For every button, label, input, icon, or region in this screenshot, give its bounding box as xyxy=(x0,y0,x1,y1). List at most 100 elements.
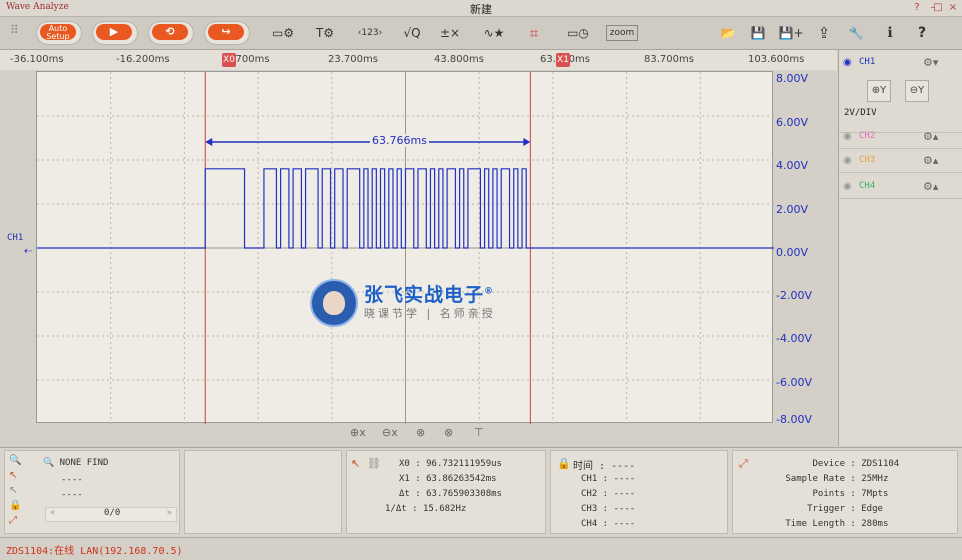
cursor-inv-dt-row: 1/Δt : 15.682Hz xyxy=(385,504,467,514)
tools-icon[interactable]: 🔧 xyxy=(846,23,866,43)
loop-button[interactable]: ⟲ xyxy=(148,21,194,45)
find-line: ---- xyxy=(61,475,83,485)
time-ch-label: CH3 xyxy=(581,504,598,514)
channel-row-ch4[interactable]: ◉ CH4 ⚙▴ xyxy=(839,176,962,199)
save-as-icon[interactable]: 💾+ xyxy=(778,23,804,43)
lock-icon[interactable]: 🔒 xyxy=(557,457,571,470)
prev-icon[interactable]: « xyxy=(50,508,55,518)
math-icon[interactable]: ±× xyxy=(440,23,460,43)
cursor-x0-marker[interactable]: X0 xyxy=(222,53,236,67)
expand-icon[interactable]: ⤢ xyxy=(9,515,29,530)
time-title-value: ---- xyxy=(611,461,636,472)
crop-icon[interactable]: ⌗ xyxy=(524,23,544,43)
find-title: 🔍 NONE FIND xyxy=(43,458,108,468)
screen-record-icon[interactable]: ▭◷ xyxy=(564,23,592,43)
export-icon[interactable]: ⇪ xyxy=(814,23,834,43)
y-tick: 0.00V xyxy=(776,246,809,259)
cursor-tool-icon[interactable]: ↖ xyxy=(351,457,360,470)
eye-icon[interactable]: ◉ xyxy=(843,57,852,68)
auto-setup-button[interactable]: Auto Setup xyxy=(36,21,82,45)
time-ch-label: CH4 xyxy=(581,519,598,529)
main-toolbar: ⠿ Auto Setup ▶ ⟲ ↪ ▭⚙ T⚙ ‹123› √Q ±× ∿★ … xyxy=(0,17,962,50)
reset-x-icon[interactable]: ⊗ xyxy=(416,426,425,439)
device-row: Trigger : Edge xyxy=(757,504,947,514)
zoom-button[interactable]: zoom xyxy=(606,25,638,41)
open-folder-icon[interactable]: 📂 xyxy=(718,23,738,43)
ch1-waveform xyxy=(37,168,774,249)
run-button[interactable]: ▶ xyxy=(92,21,138,45)
channel-row-ch2[interactable]: ◉ CH2 ⚙▴ xyxy=(839,126,962,149)
ch1-zero-marker-icon[interactable]: ⇠ xyxy=(24,246,32,257)
measure-icon[interactable]: √Q xyxy=(400,23,424,43)
channel-name: CH1 xyxy=(859,57,876,67)
watermark-face-icon xyxy=(323,291,345,315)
toolbar-grip-icon: ⠿ xyxy=(10,23,19,37)
x1-value: 63.86263542ms xyxy=(426,474,497,484)
inv-dt-value: 15.682Hz xyxy=(422,504,467,514)
next-icon[interactable]: » xyxy=(167,508,172,518)
play-icon: ▶ xyxy=(109,25,119,38)
x1-label: X1 xyxy=(399,474,410,484)
help-window-button[interactable]: ? xyxy=(910,1,924,14)
zoom-in-x-icon[interactable]: ⊕x xyxy=(350,426,366,439)
trigger-position-icon[interactable]: ⊤ xyxy=(474,426,484,439)
save-icon[interactable]: 💾 xyxy=(748,23,768,43)
expand-icon[interactable]: ⤢ xyxy=(739,457,748,471)
document-title: 新建 xyxy=(470,3,492,16)
cursor-alt-icon[interactable]: ↖ xyxy=(9,485,29,500)
help-icon[interactable]: ? xyxy=(912,23,932,43)
find-tool-icons: 🔍 ↖ ↖ 🔒 ⤢ xyxy=(9,455,29,530)
find-navigator[interactable]: « 0/0 » xyxy=(45,507,177,522)
search-icon[interactable]: 🔍 xyxy=(9,455,29,470)
device-row: Points : 7Mpts xyxy=(757,489,947,499)
decode-icon[interactable]: ‹123› xyxy=(354,23,386,43)
gear-icon[interactable]: ⚙▴ xyxy=(923,154,938,167)
zoom-in-y-button[interactable]: ⊕Y xyxy=(867,80,891,102)
device-row: Time Length : 280ms xyxy=(757,519,947,529)
gear-icon[interactable]: ⚙▾ xyxy=(923,56,938,69)
wave-star-icon[interactable]: ∿★ xyxy=(480,23,508,43)
time-row: CH4 : ---- xyxy=(581,519,636,529)
channel-name: CH3 xyxy=(859,155,876,165)
delta-arrow-head-left xyxy=(205,138,213,146)
waveform-plot[interactable] xyxy=(36,71,774,424)
device-value: 7Mpts xyxy=(861,489,889,499)
reset-y-icon[interactable]: ⊗ xyxy=(444,426,453,439)
x0-value: 96.732111959us xyxy=(426,459,502,469)
single-shot-icon: ↪ xyxy=(221,25,231,38)
time-row: CH3 : ---- xyxy=(581,504,636,514)
ruler-tick: 103.600ms xyxy=(748,54,805,65)
single-button[interactable]: ↪ xyxy=(204,21,250,45)
zoom-out-y-button[interactable]: ⊖Y xyxy=(905,80,929,102)
channel-row-ch1[interactable]: ◉ CH1 ⚙▾ ⊕Y ⊖Y 2V/DIV xyxy=(839,52,962,133)
link-icon[interactable]: ⛓ xyxy=(367,457,381,470)
find-panel: 🔍 ↖ ↖ 🔒 ⤢ 🔍 NONE FIND ---- ---- « 0/0 » xyxy=(4,450,180,534)
maximize-button[interactable]: □ xyxy=(931,1,945,14)
close-button[interactable]: × xyxy=(946,1,960,14)
device-value: 280ms xyxy=(861,519,889,529)
device-label: Trigger xyxy=(807,504,845,514)
eye-icon[interactable]: ◉ xyxy=(843,131,852,142)
time-ruler[interactable]: -36.100ms -16.200ms 3.700ms 23.700ms 43.… xyxy=(0,50,837,70)
time-ch-label: CH1 xyxy=(581,474,598,484)
zoom-out-x-icon[interactable]: ⊖x xyxy=(382,426,398,439)
lock-icon[interactable]: 🔒 xyxy=(9,500,29,515)
channel-row-ch3[interactable]: ◉ CH3 ⚙▴ xyxy=(839,150,962,173)
eye-icon[interactable]: ◉ xyxy=(843,181,852,192)
gear-icon[interactable]: ⚙▴ xyxy=(923,180,938,193)
waveform-canvas[interactable] xyxy=(37,72,774,424)
gear-icon[interactable]: ⚙▴ xyxy=(923,130,938,143)
ruler-tick: -36.100ms xyxy=(10,54,64,65)
display-settings-icon[interactable]: ▭⚙ xyxy=(270,23,296,43)
eye-icon[interactable]: ◉ xyxy=(843,155,852,166)
device-row: Sample Rate : 25MHz xyxy=(757,474,947,484)
cursor-x1-marker[interactable]: X1 xyxy=(556,53,570,67)
cursor-x1-row: X1 : 63.86263542ms xyxy=(399,474,497,484)
time-ch-value: ---- xyxy=(613,504,636,514)
cursor-icon[interactable]: ↖ xyxy=(9,470,29,485)
y-tick: 2.00V xyxy=(776,203,809,216)
info-icon[interactable]: ℹ xyxy=(880,23,900,43)
device-label: Time Length xyxy=(785,519,845,529)
text-settings-icon[interactable]: T⚙ xyxy=(312,23,338,43)
channel-name: CH4 xyxy=(859,181,876,191)
